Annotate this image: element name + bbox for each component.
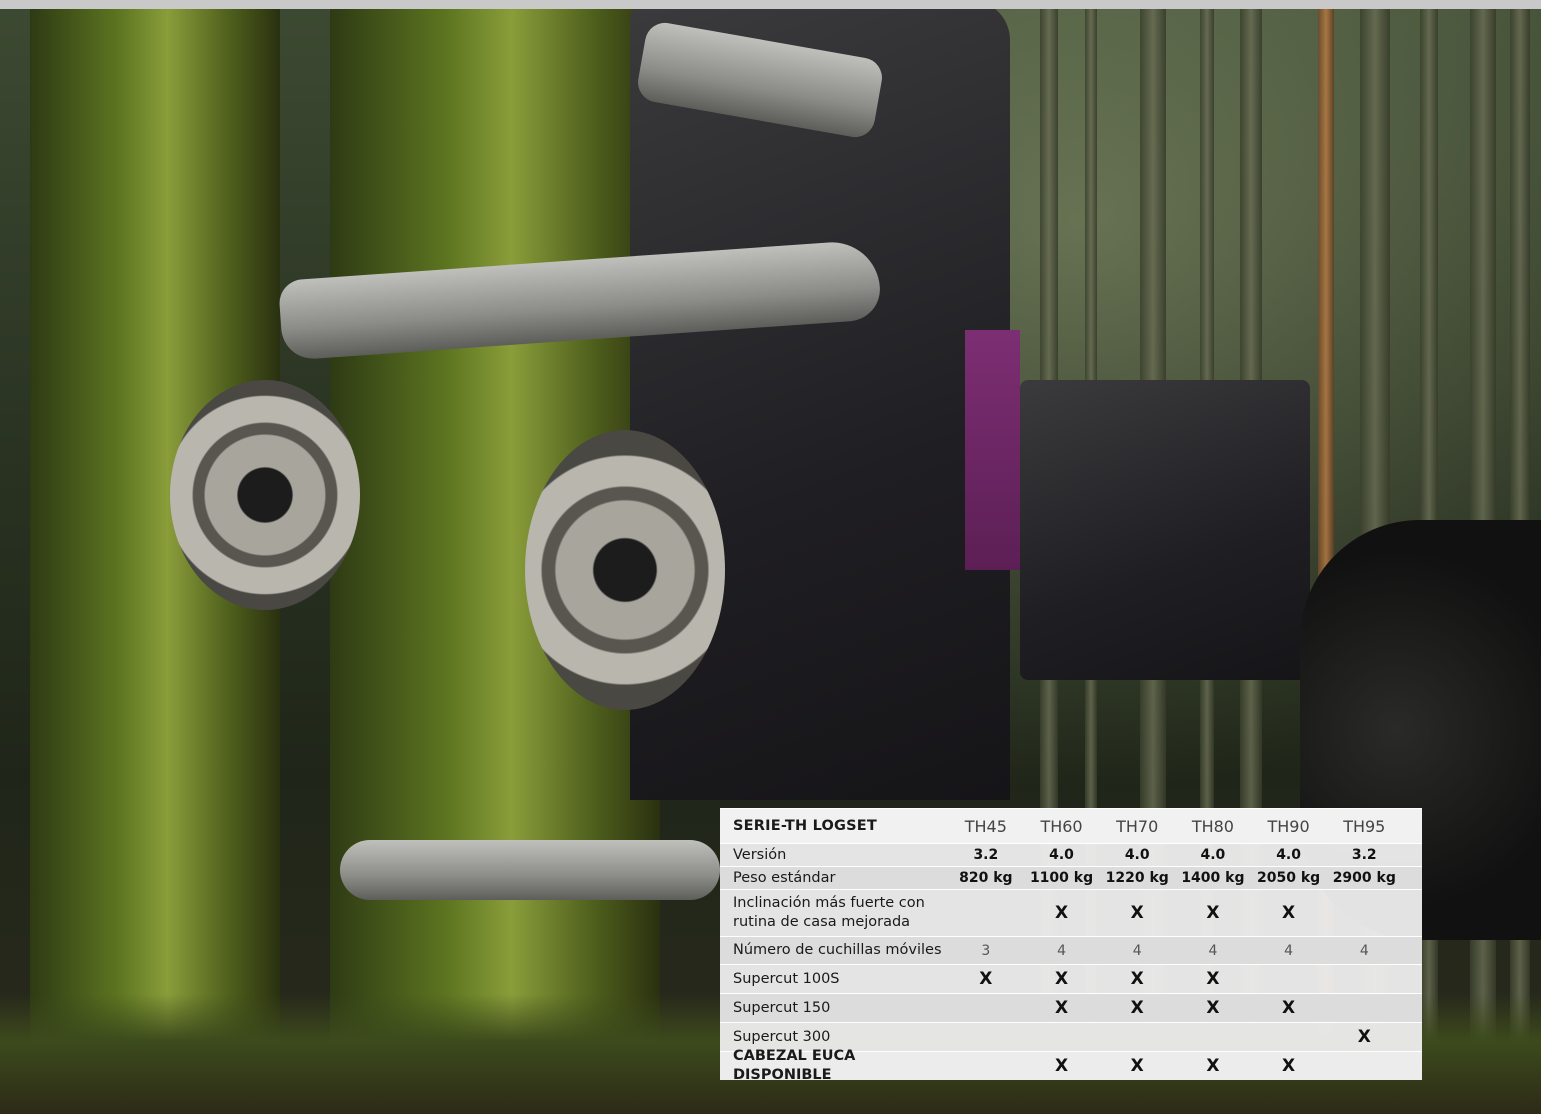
model-header: TH80 <box>1191 816 1234 836</box>
table-row: Número de cuchillas móviles 3 4 4 4 4 4 <box>720 936 1422 964</box>
table-cell: 3.2 <box>973 847 999 863</box>
row-label: Versión <box>733 846 787 863</box>
table-cell <box>1326 903 1402 923</box>
table-cell <box>1099 1027 1175 1047</box>
model-header: TH60 <box>1040 816 1083 836</box>
row-cells: XXXX <box>948 1056 1422 1076</box>
table-cell: X <box>1130 998 1144 1018</box>
feed-roller-left <box>170 380 360 610</box>
table-cell: X <box>1282 1056 1296 1076</box>
table-cell: 2050 kg <box>1257 870 1321 886</box>
table-row: Peso estándar 820 kg 1100 kg 1220 kg 1400 kg… <box>720 866 1422 889</box>
table-cell: 4.0 <box>1200 847 1226 863</box>
table-cell: X <box>1282 998 1296 1018</box>
table-cell: 2900 kg <box>1332 870 1396 886</box>
table-cell: X <box>1054 969 1069 989</box>
table-cell: X <box>1054 903 1069 923</box>
row-label: CABEZAL EUCA DISPONIBLE <box>733 1048 856 1083</box>
table-row: Supercut 150 X X X X <box>720 993 1422 1022</box>
table-cell <box>1024 1027 1100 1047</box>
row-label: Supercut 100S <box>733 970 840 987</box>
row-label: Inclinación más fuerte con rutina de cas… <box>733 895 925 930</box>
row-label: Número de cuchillas móviles <box>733 942 942 958</box>
table-row: Inclinación más fuerte con rutina de cas… <box>720 889 1422 936</box>
table-cell: 4 <box>1284 942 1294 959</box>
table-cell: X <box>979 969 993 989</box>
model-header: TH95 <box>1343 816 1386 836</box>
table-cell: X <box>1206 969 1220 989</box>
table-cell: 4 <box>1359 942 1369 959</box>
row-cells: XXXX <box>948 969 1422 989</box>
table-cell: X <box>1054 1056 1069 1076</box>
table-cell <box>948 998 1024 1018</box>
spec-table-title: SERIE-TH LOGSET <box>733 817 877 834</box>
spec-table-body: Versión 3.2 4.0 4.0 4.0 4.0 3.2 Peso estándar 82… <box>720 843 1422 1083</box>
lower-knife <box>340 840 720 900</box>
table-cell: 4.0 <box>1049 847 1074 863</box>
row-cells: XXXX <box>948 998 1422 1018</box>
row-cells: 820 kg 1100 kg 1220 kg 1400 kg 2050 kg 2900 k… <box>948 870 1422 886</box>
table-cell <box>1251 969 1327 989</box>
model-header: TH70 <box>1116 816 1159 836</box>
row-cells: XXXX <box>948 903 1422 923</box>
table-cell: X <box>1206 1056 1220 1076</box>
table-cell: 3 <box>981 942 991 959</box>
spec-table: SERIE-TH LOGSET TH45 TH60 TH70 TH80 TH90… <box>720 808 1422 1083</box>
table-cell <box>948 1027 1024 1047</box>
table-cell: 1400 kg <box>1181 870 1245 886</box>
table-cell: X <box>1054 998 1069 1018</box>
table-cell <box>1251 1027 1327 1047</box>
row-cells: 3.2 4.0 4.0 4.0 4.0 3.2 <box>948 847 1422 863</box>
table-row: CABEZAL EUCA DISPONIBLE X X X X <box>720 1048 1422 1083</box>
table-row: Supercut 100S X X X X <box>720 964 1422 993</box>
row-label: Supercut 300 <box>733 1028 831 1045</box>
table-cell: X <box>1206 903 1220 923</box>
table-cell: X <box>1130 969 1144 989</box>
table-cell: X <box>1130 1056 1144 1076</box>
row-cells: X <box>948 1027 1422 1047</box>
table-cell: X <box>1130 903 1144 923</box>
table-cell: 4 <box>1132 942 1142 959</box>
table-cell: X <box>1206 998 1220 1018</box>
table-cell: 4 <box>1208 942 1218 959</box>
row-label: Peso estándar <box>733 869 836 886</box>
table-cell: 3.2 <box>1351 847 1377 863</box>
feed-roller-right <box>525 430 725 710</box>
spec-table-header: SERIE-TH LOGSET TH45 TH60 TH70 TH80 TH90… <box>720 808 1422 843</box>
table-cell: X <box>1282 903 1296 923</box>
top-bar <box>0 0 1541 9</box>
table-cell: 4.0 <box>1276 847 1301 863</box>
table-cell: 1220 kg <box>1105 870 1169 886</box>
model-header: TH90 <box>1267 816 1310 836</box>
table-cell: 4.0 <box>1124 847 1150 863</box>
row-label: Supercut 150 <box>733 999 831 1016</box>
harvester-body <box>1020 380 1310 680</box>
table-row: Versión 3.2 4.0 4.0 4.0 4.0 3.2 <box>720 843 1422 866</box>
table-cell <box>948 1056 1024 1076</box>
model-headers: TH45 TH60 TH70 TH80 TH90 TH95 <box>948 817 1422 836</box>
table-cell: 1100 kg <box>1029 870 1094 886</box>
table-cell: X <box>1357 1027 1371 1047</box>
model-header: TH45 <box>964 816 1007 836</box>
table-cell <box>1326 969 1402 989</box>
table-cell <box>948 903 1024 923</box>
row-cells: 3 4 4 4 4 4 <box>948 943 1422 959</box>
table-cell <box>1326 998 1402 1018</box>
table-cell <box>1326 1056 1402 1076</box>
table-cell: 820 kg <box>959 870 1013 886</box>
table-cell: 4 <box>1057 942 1066 959</box>
logset-side-panel <box>965 330 1020 570</box>
table-cell <box>1175 1027 1251 1047</box>
